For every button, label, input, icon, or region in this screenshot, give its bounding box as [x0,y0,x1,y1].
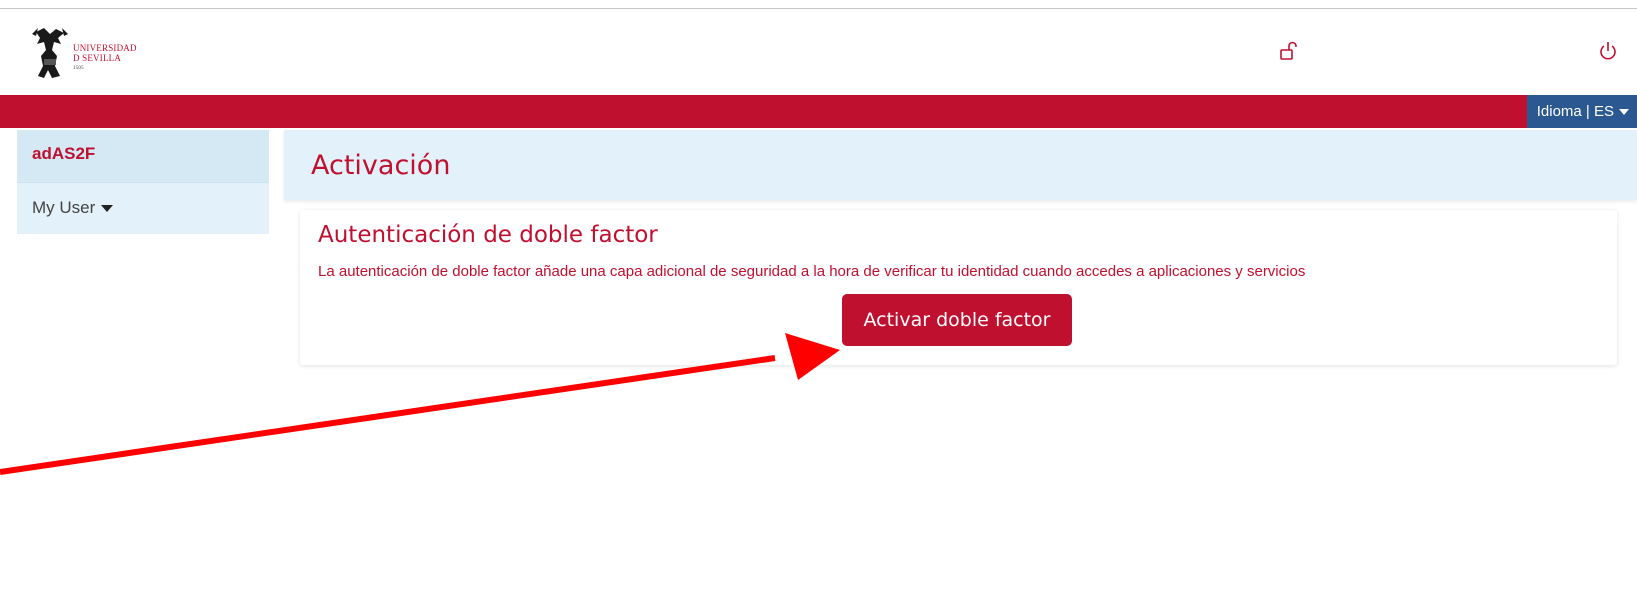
university-logo[interactable]: UNIVERSIDAD D SEVILLA 1505 [30,26,160,84]
crest-icon [32,28,68,78]
sidebar: adAS2F My User [17,130,269,234]
top-header: UNIVERSIDAD D SEVILLA 1505 [0,10,1637,95]
sidebar-item-label: My User [32,198,96,217]
card-title: Autenticación de doble factor [318,222,658,248]
power-icon[interactable] [1597,40,1619,62]
lock-open-icon[interactable] [1277,40,1299,62]
header-actions [1277,40,1619,62]
two-factor-card: Autenticación de doble factor La autenti… [300,210,1617,365]
user-info-redacted [1313,43,1583,59]
logo-text: UNIVERSIDAD D SEVILLA 1505 [73,43,137,71]
language-dropdown[interactable]: Idioma | ES [1526,95,1637,128]
language-label: Idioma | ES [1536,103,1614,120]
sidebar-item-my-user[interactable]: My User [17,182,269,234]
page-header: Activación [284,130,1637,200]
chevron-down-icon [101,205,114,212]
arrow-shaft [0,355,776,475]
activate-two-factor-button[interactable]: Activar doble factor [842,294,1072,346]
card-description: La autenticación de doble factor añade u… [318,263,1306,280]
chevron-down-icon [1619,108,1629,115]
navigation-bar: Idioma | ES [0,95,1637,128]
page-title: Activación [311,150,451,181]
sidebar-title: adAS2F [17,130,269,182]
